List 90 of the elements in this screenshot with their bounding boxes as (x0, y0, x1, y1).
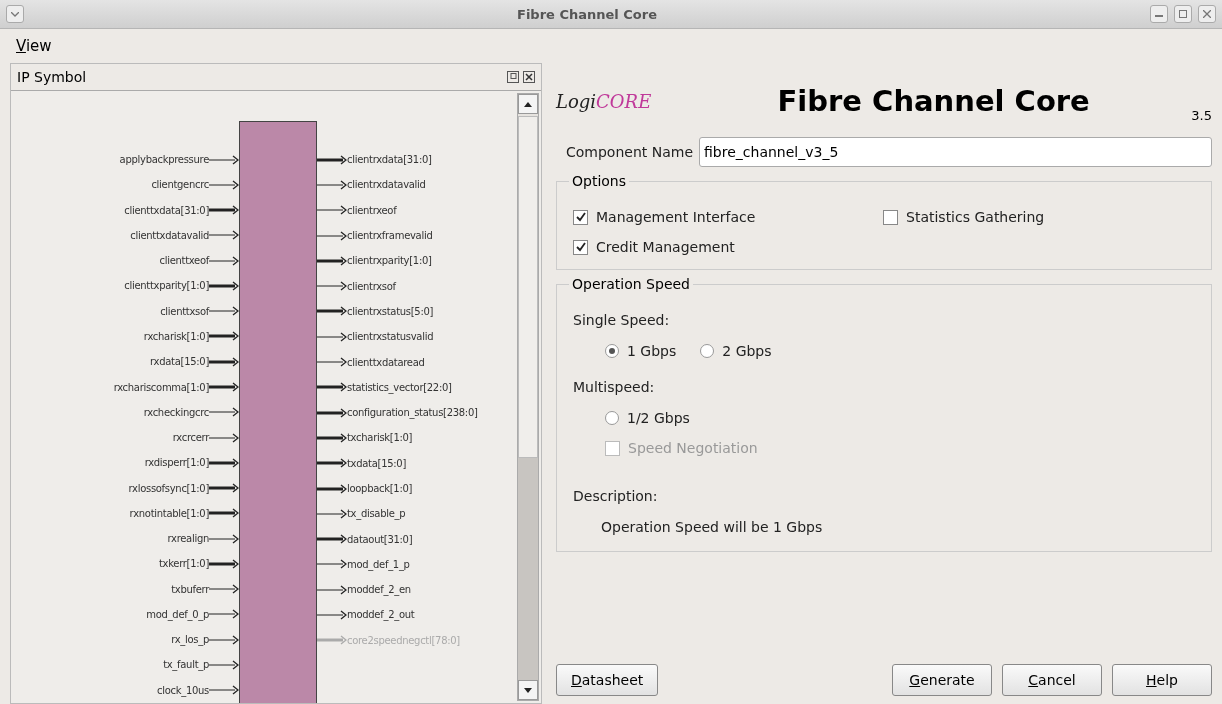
pin-label: clientrxstatus[5:0] (347, 305, 434, 317)
checkbox-label: Speed Negotiation (628, 440, 758, 456)
pin-label: statistics_vector[22:0] (347, 381, 452, 393)
maximize-button[interactable] (1174, 5, 1192, 23)
scroll-down-button[interactable] (518, 680, 538, 700)
up-arrow-icon (524, 101, 532, 107)
pin-label: txkerr[1:0] (158, 558, 209, 570)
pin-label: configuration_status[238:0] (347, 407, 478, 419)
pin-label: clock_10us (157, 684, 209, 696)
pin-label: rxlossofsync[1:0] (128, 482, 209, 494)
pin-label: clienttxdata[31:0] (124, 204, 209, 216)
float-icon[interactable] (507, 71, 519, 83)
check-icon (575, 242, 586, 252)
pin-label: rxdisperr[1:0] (144, 457, 209, 469)
section-label: Multispeed: (573, 379, 655, 395)
pin-label: tx_fault_p (163, 659, 209, 671)
checkbox-label: Credit Management (596, 239, 735, 255)
window-menu-button[interactable] (6, 5, 24, 23)
pin-label: clientrxeof (347, 204, 397, 216)
description-text: Operation Speed will be 1 Gbps (601, 519, 823, 535)
pin-label: clientgencrc (151, 179, 209, 191)
menu-item[interactable]: View (16, 37, 52, 55)
radio-button[interactable] (700, 344, 715, 358)
pin-label: clienttxdataread (347, 356, 425, 368)
pin-label: rxnotintable[1:0] (129, 507, 209, 519)
section-label: Description: (573, 488, 658, 504)
window-title: Fibre Channel Core (516, 6, 658, 22)
pin-label: applybackpressure (119, 154, 209, 166)
pin-label: txdata[15:0] (347, 457, 407, 469)
pin-label: clientrxsof (347, 280, 396, 292)
dialog-button[interactable]: Help (1112, 664, 1212, 696)
pin-label: moddef_2_en (347, 584, 411, 596)
pin-label: rxcheckingcrc (143, 406, 209, 418)
checkbox[interactable] (883, 209, 898, 225)
pin-label: rxdata[15:0] (150, 356, 209, 368)
pin-label: rx_los_p (171, 634, 209, 646)
pin-label: txbuferr (171, 583, 209, 595)
pin-label: clientrxdata[31:0] (347, 154, 432, 166)
group-title: Options (569, 173, 630, 189)
field-label: Component Name (566, 144, 694, 160)
pin-label: core2speednegctl[78:0] (347, 634, 460, 646)
radio-button[interactable] (605, 411, 619, 425)
chevron-down-icon (11, 11, 19, 17)
scroll-thumb[interactable] (518, 116, 538, 458)
pin-label: loopback[1:0] (347, 483, 413, 494)
pin-label: clientrxdatavalid (347, 179, 426, 191)
checkbox-label: Management Interface (596, 209, 756, 225)
checkbox[interactable] (573, 209, 588, 225)
checkbox-label: Statistics Gathering (906, 209, 1045, 225)
scrollbar[interactable] (517, 93, 539, 701)
pin-label: rxcrcerr (172, 432, 209, 444)
pin-label: rxrealign (167, 533, 209, 545)
pin-label: rxchariscomma[1:0] (113, 381, 209, 393)
dialog-button[interactable]: Generate (892, 664, 992, 696)
pin-label: clientrxstatusvalid (347, 331, 434, 343)
pin-label: moddef_2_out (347, 609, 415, 621)
component-name-field[interactable]: fibre_channel_v3_5 (699, 137, 1212, 167)
pin-label: mod_def_0_p (146, 608, 209, 620)
radio-label: 1 Gbps (627, 343, 677, 359)
close-button[interactable] (1198, 5, 1216, 23)
pin-label: dataout[31:0] (347, 533, 413, 545)
check-icon (575, 212, 586, 222)
checkbox[interactable] (573, 239, 588, 255)
radio-button[interactable] (605, 344, 619, 358)
pin-label: rxcharisk[1:0] (143, 331, 209, 342)
pin-label: clienttxdatavalid (130, 229, 209, 241)
version-label: 3.5 (1191, 108, 1212, 123)
radio-label: 2 Gbps (722, 343, 772, 359)
section-label: Single Speed: (573, 312, 670, 328)
pin-label: clientrxparity[1:0] (347, 255, 432, 267)
dialog-button[interactable]: Cancel (1002, 664, 1102, 696)
minimize-button[interactable] (1150, 5, 1168, 23)
panel-title: IP Symbol (17, 69, 88, 85)
core-title: Fibre Channel Core (776, 84, 1091, 118)
pin-label: txcharisk[1:0] (347, 432, 413, 444)
radio-label: 1/2 Gbps (627, 410, 690, 426)
pin-label: tx_disable_p (347, 508, 406, 520)
pin-label: clientrxframevalid (347, 230, 433, 242)
pin-label: clienttxparity[1:0] (124, 280, 209, 292)
datasheet-button[interactable]: Datasheet (556, 664, 659, 696)
pin-label: clienttxeof (159, 255, 209, 267)
down-arrow-icon (524, 687, 532, 693)
close-icon (1203, 10, 1211, 18)
logo: LogiCORE (556, 90, 653, 112)
close-icon[interactable] (523, 71, 535, 83)
pin-label: mod_def_1_p (347, 558, 410, 570)
scroll-up-button[interactable] (518, 94, 538, 114)
maximize-icon (1179, 10, 1187, 18)
pin-label: clienttxsof (160, 305, 209, 317)
group-title: Operation Speed (569, 276, 693, 292)
